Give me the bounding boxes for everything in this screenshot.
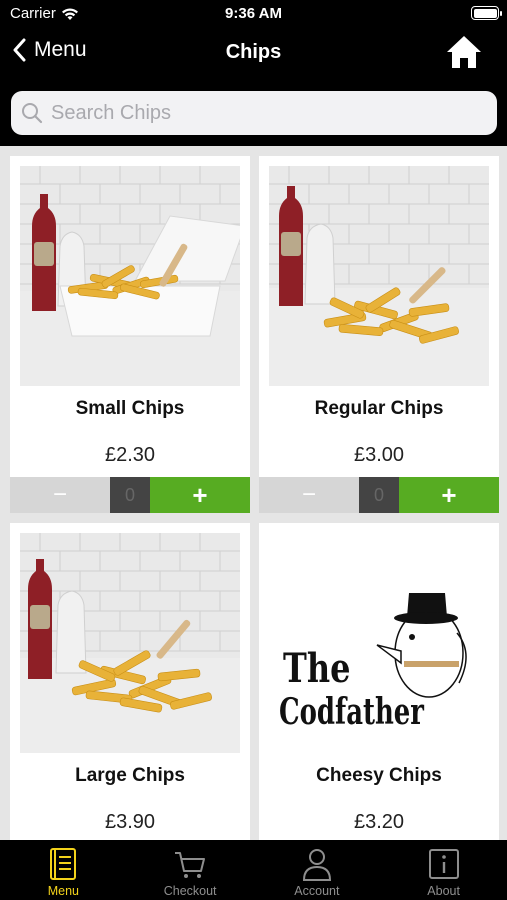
person-icon <box>302 849 331 881</box>
search-icon <box>22 103 43 124</box>
product-price: £3.90 <box>104 811 156 833</box>
product-image: The Codfather <box>269 533 489 753</box>
status-time: 9:36 AM <box>225 5 282 22</box>
cart-icon <box>175 852 206 878</box>
product-name: Small Chips <box>75 398 185 419</box>
logo-line-2: Codfather <box>279 691 424 733</box>
increase-button[interactable]: + <box>399 477 499 513</box>
quantity-stepper: − 0 + <box>259 477 499 513</box>
decrease-button[interactable]: − <box>10 477 110 513</box>
product-grid: Small Chips £2.30 − 0 + Regular Chips £3… <box>10 156 499 840</box>
page-title: Chips <box>225 41 282 63</box>
product-price: £3.00 <box>353 444 405 466</box>
increase-button[interactable]: + <box>150 477 250 513</box>
product-price: £3.20 <box>353 811 405 833</box>
product-card[interactable]: Regular Chips £3.00 − 0 + <box>259 156 499 513</box>
tab-menu[interactable]: Menu <box>0 840 127 900</box>
tab-label: Checkout <box>163 884 217 898</box>
menu-icon <box>50 848 77 880</box>
tab-about[interactable]: About <box>380 840 507 900</box>
product-list: Small Chips £2.30 − 0 + Regular Chips £3… <box>0 146 507 840</box>
info-icon <box>428 849 459 879</box>
product-image <box>269 166 489 386</box>
tab-checkout[interactable]: Checkout <box>127 840 254 900</box>
status-bar: Carrier 9:36 AM <box>0 0 507 28</box>
product-card[interactable]: The Codfather Cheesy Chips £3.20 <box>259 523 499 840</box>
tab-account[interactable]: Account <box>254 840 381 900</box>
home-icon[interactable] <box>445 33 483 71</box>
logo-line-1: The <box>283 645 351 692</box>
product-card[interactable]: Large Chips £3.90 <box>10 523 250 840</box>
product-price: £2.30 <box>104 444 156 466</box>
nav-bar: Menu Chips <box>0 28 507 80</box>
product-card[interactable]: Small Chips £2.30 − 0 + <box>10 156 250 513</box>
product-name: Large Chips <box>75 765 185 786</box>
tab-label: Account <box>294 884 340 898</box>
product-name: Cheesy Chips <box>316 765 442 786</box>
quantity-stepper: − 0 + <box>10 477 250 513</box>
quantity-value: 0 <box>359 477 399 513</box>
search-area <box>0 80 507 146</box>
tab-label: About <box>427 884 460 898</box>
search-input[interactable] <box>51 101 471 125</box>
product-image <box>20 533 240 753</box>
tab-label: Menu <box>47 884 80 898</box>
decrease-button[interactable]: − <box>259 477 359 513</box>
product-name: Regular Chips <box>314 398 444 419</box>
tab-bar: Menu Checkout Account About <box>0 840 507 900</box>
battery-icon <box>471 6 502 20</box>
search-box[interactable] <box>11 91 497 135</box>
product-image <box>20 166 240 386</box>
quantity-value: 0 <box>110 477 150 513</box>
